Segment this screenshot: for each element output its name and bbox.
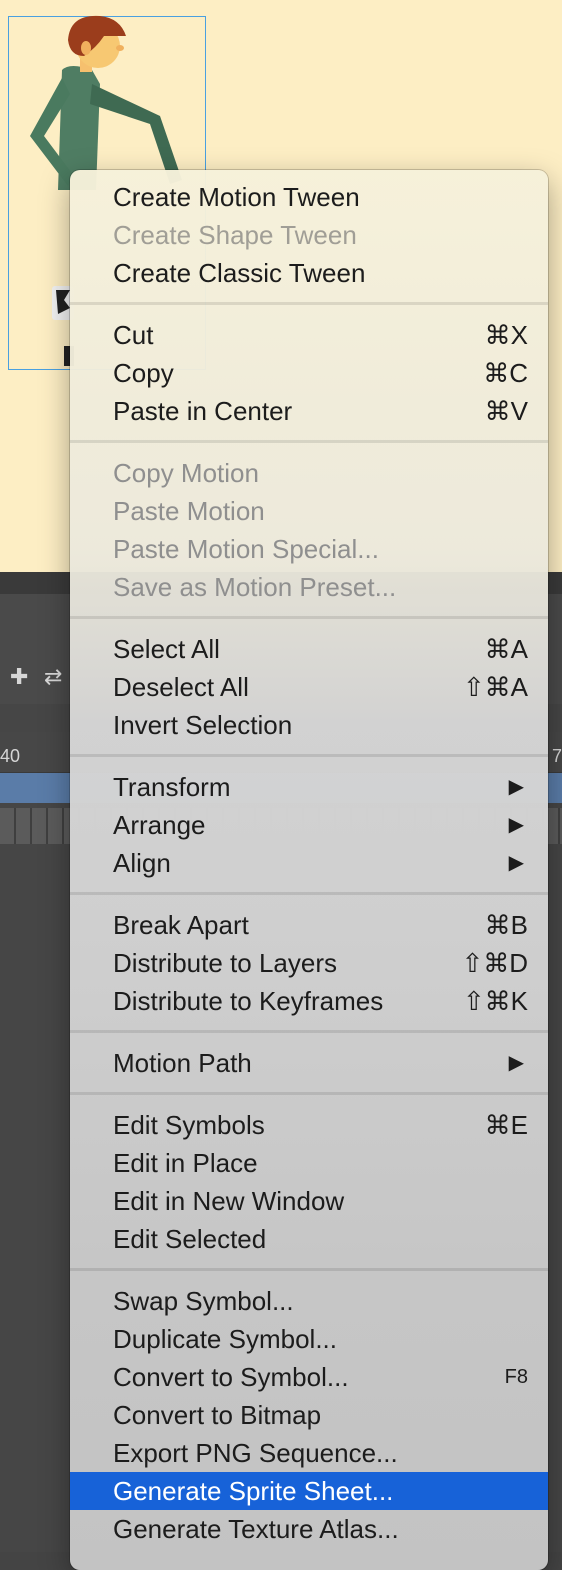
menu-item-edit-in-place[interactable]: Edit in Place [70,1144,548,1182]
menu-item-paste-motion: Paste Motion [70,492,548,530]
menu-separator [70,882,548,906]
menu-item-edit-selected[interactable]: Edit Selected [70,1220,548,1258]
menu-item-shortcut: ⌘V [484,396,528,426]
menu-item-shortcut: ⌘A [484,634,528,664]
menu-item-label: Distribute to Keyframes [113,986,384,1016]
menu-item-convert-to-bitmap[interactable]: Convert to Bitmap [70,1396,548,1434]
menu-item-duplicate-symbol[interactable]: Duplicate Symbol... [70,1320,548,1358]
menu-separator [70,1020,548,1044]
menu-item-generate-texture-atlas[interactable]: Generate Texture Atlas... [70,1510,548,1548]
menu-separator [70,606,548,630]
menu-item-label: Cut [113,320,154,350]
menu-item-shortcut: ⌘B [484,910,528,940]
menu-item-label: Generate Texture Atlas... [113,1514,399,1544]
menu-item-label: Create Motion Tween [113,182,360,212]
ruler-frame-number: 7 [552,746,562,766]
menu-item-label: Break Apart [113,910,249,940]
menu-item-label: Convert to Bitmap [113,1400,322,1430]
menu-item-label: Copy Motion [113,458,259,488]
submenu-arrow-icon: ▶ [508,776,524,798]
menu-item-label: Swap Symbol... [113,1286,294,1316]
submenu-arrow-icon: ▶ [508,1052,524,1074]
menu-item-convert-to-symbol[interactable]: Convert to Symbol... F8 [70,1358,548,1396]
menu-item-label: Export PNG Sequence... [113,1438,398,1468]
menu-item-label: Paste in Center [113,396,293,426]
menu-separator [70,292,548,316]
menu-item-label: Copy [113,358,174,388]
menu-item-create-shape-tween: Create Shape Tween [70,216,548,254]
menu-item-label: Select All [113,634,220,664]
submenu-arrow-icon: ▶ [508,852,524,874]
menu-item-shortcut: ⌘C [483,358,528,388]
menu-item-distribute-to-layers[interactable]: Distribute to Layers ⇧⌘D [70,944,548,982]
menu-item-label: Save as Motion Preset... [113,572,397,602]
menu-item-label: Align [113,848,171,878]
menu-item-copy[interactable]: Copy ⌘C [70,354,548,392]
menu-item-label: Edit Symbols [113,1110,265,1140]
menu-item-arrange[interactable]: Arrange ▶ [70,806,548,844]
menu-item-label: Motion Path [113,1048,252,1078]
menu-item-label: Edit in Place [113,1148,258,1178]
menu-item-swap-symbol[interactable]: Swap Symbol... [70,1282,548,1320]
menu-item-deselect-all[interactable]: Deselect All ⇧⌘A [70,668,548,706]
menu-item-label: Distribute to Layers [113,948,337,978]
menu-item-shortcut: ⌘X [484,320,528,350]
menu-item-distribute-to-keyframes[interactable]: Distribute to Keyframes ⇧⌘K [70,982,548,1020]
menu-item-shortcut: F8 [504,1366,528,1388]
menu-item-shortcut: ⇧⌘D [461,948,528,978]
menu-item-export-png-sequence[interactable]: Export PNG Sequence... [70,1434,548,1472]
menu-item-label: Create Shape Tween [113,220,357,250]
ruler-frame-number: 40 [0,746,21,766]
menu-item-paste-in-center[interactable]: Paste in Center ⌘V [70,392,548,430]
submenu-arrow-icon: ▶ [508,814,524,836]
context-menu: Create Motion Tween Create Shape Tween Cre… [70,170,548,1570]
menu-item-create-motion-tween[interactable]: Create Motion Tween [70,178,548,216]
menu-item-label: Duplicate Symbol... [113,1324,337,1354]
menu-item-select-all[interactable]: Select All ⌘A [70,630,548,668]
menu-separator [70,744,548,768]
menu-separator [70,1082,548,1106]
menu-item-cut[interactable]: Cut ⌘X [70,316,548,354]
menu-item-create-classic-tween[interactable]: Create Classic Tween [70,254,548,292]
menu-item-shortcut: ⌘E [484,1110,528,1140]
menu-item-label: Paste Motion Special... [113,534,379,564]
menu-item-label: Paste Motion [113,496,265,526]
menu-separator [70,430,548,454]
menu-item-shortcut: ⇧⌘K [462,986,528,1016]
menu-item-align[interactable]: Align ▶ [70,844,548,882]
menu-item-label: Convert to Symbol... [113,1362,349,1392]
menu-item-generate-sprite-sheet[interactable]: Generate Sprite Sheet... [70,1472,548,1510]
menu-item-motion-path[interactable]: Motion Path ▶ [70,1044,548,1082]
menu-item-label: Create Classic Tween [113,258,366,288]
menu-item-invert-selection[interactable]: Invert Selection [70,706,548,744]
menu-item-label: Edit in New Window [113,1186,345,1216]
add-layer-icon[interactable]: ✚ [10,666,28,688]
menu-item-label: Transform [113,772,231,802]
menu-item-copy-motion: Copy Motion [70,454,548,492]
menu-item-label: Invert Selection [113,710,293,740]
menu-item-label: Arrange [113,810,206,840]
menu-item-break-apart[interactable]: Break Apart ⌘B [70,906,548,944]
menu-item-transform[interactable]: Transform ▶ [70,768,548,806]
menu-item-label: Deselect All [113,672,249,702]
menu-item-label: Generate Sprite Sheet... [113,1476,394,1506]
menu-item-edit-in-new-window[interactable]: Edit in New Window [70,1182,548,1220]
menu-item-save-as-motion-preset: Save as Motion Preset... [70,568,548,606]
menu-item-label: Edit Selected [113,1224,267,1254]
loop-icon[interactable]: ⇄ [44,666,62,688]
menu-item-shortcut: ⇧⌘A [462,672,528,702]
menu-item-paste-motion-special: Paste Motion Special... [70,530,548,568]
menu-separator [70,1258,548,1282]
menu-item-edit-symbols[interactable]: Edit Symbols ⌘E [70,1106,548,1144]
